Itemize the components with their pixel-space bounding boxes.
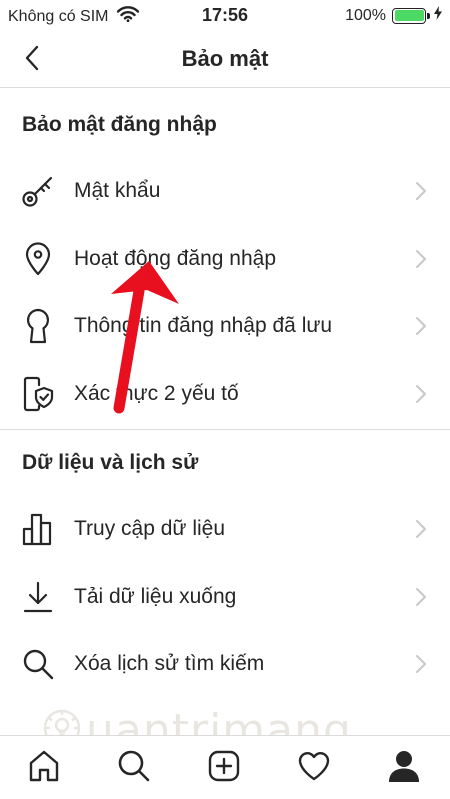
row-password[interactable]: Mật khẩu — [0, 161, 450, 221]
tab-new-post[interactable] — [206, 750, 242, 786]
key-icon — [20, 173, 56, 209]
chevron-right-icon — [414, 315, 428, 337]
tab-search[interactable] — [116, 750, 152, 786]
chevron-right-icon — [414, 383, 428, 405]
row-label: Thông tin đăng nhập đã lưu — [74, 314, 333, 337]
row-clear-search-history[interactable]: Xóa lịch sử tìm kiếm — [0, 634, 450, 694]
row-label: Xác thực 2 yếu tố — [74, 382, 239, 405]
row-saved-login-info[interactable]: Thông tin đăng nhập đã lưu — [0, 296, 450, 356]
tab-activity[interactable] — [296, 750, 332, 786]
status-bar: Không có SIM 17:56 100% — [0, 0, 450, 32]
section-divider — [0, 429, 450, 430]
section-header-login-security: Bảo mật đăng nhập — [22, 113, 217, 136]
tab-home[interactable] — [26, 750, 62, 786]
battery-icon — [392, 7, 430, 24]
row-download-data[interactable]: Tải dữ liệu xuống — [0, 567, 450, 627]
battery-percent: 100% — [345, 6, 386, 24]
keyhole-icon — [20, 308, 56, 344]
tab-bar — [0, 735, 450, 799]
bar-chart-icon — [20, 511, 56, 547]
chevron-right-icon — [414, 653, 428, 675]
chevron-right-icon — [414, 248, 428, 270]
search-icon — [20, 646, 56, 682]
row-two-factor-auth[interactable]: Xác thực 2 yếu tố — [0, 364, 450, 424]
row-access-data[interactable]: Truy cập dữ liệu — [0, 499, 450, 559]
tab-profile[interactable] — [386, 750, 422, 786]
row-label: Xóa lịch sử tìm kiếm — [74, 652, 265, 675]
status-right: 100% — [345, 6, 442, 25]
row-label: Hoạt động đăng nhập — [74, 247, 277, 270]
chevron-right-icon — [414, 586, 428, 608]
location-pin-icon — [20, 241, 56, 277]
heart-icon — [297, 749, 331, 788]
row-label: Truy cập dữ liệu — [74, 517, 226, 540]
battery-fill — [394, 10, 424, 21]
row-label: Tải dữ liệu xuống — [74, 585, 237, 608]
home-icon — [27, 749, 61, 788]
section-header-data-history: Dữ liệu và lịch sử — [22, 451, 199, 474]
search-icon — [117, 749, 151, 788]
profile-icon — [387, 749, 421, 788]
add-post-icon — [207, 749, 241, 788]
page-title: Bảo mật — [181, 46, 269, 71]
chevron-right-icon — [414, 180, 428, 202]
navbar: Bảo mật — [0, 32, 450, 88]
download-icon — [20, 579, 56, 615]
phone-shield-icon — [20, 376, 56, 412]
chevron-right-icon — [414, 518, 428, 540]
row-login-activity[interactable]: Hoạt động đăng nhập — [0, 229, 450, 289]
row-label: Mật khẩu — [74, 179, 161, 202]
charging-bolt-icon — [434, 6, 442, 25]
